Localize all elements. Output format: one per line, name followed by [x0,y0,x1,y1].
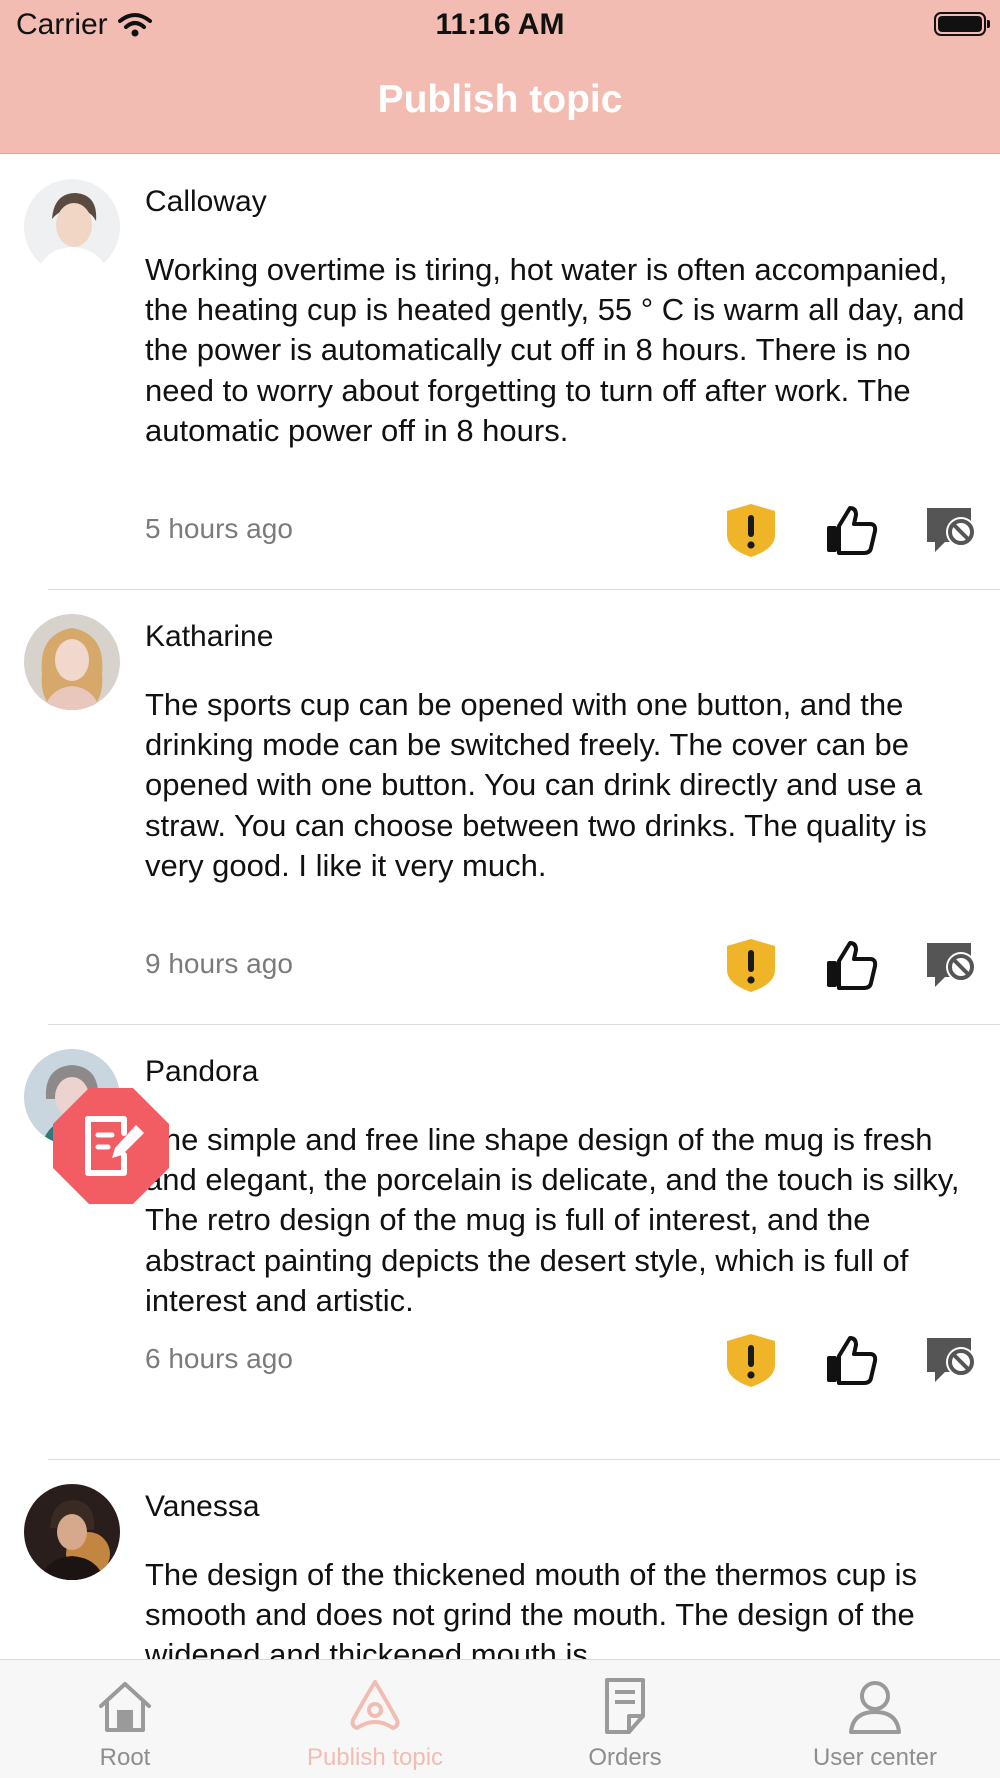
post-actions [722,936,980,994]
report-button[interactable] [722,1331,780,1389]
user-icon [849,1681,901,1734]
battery-icon [934,12,990,36]
post-item: Vanessa The design of the thickened mout… [0,1460,1000,1660]
post-time: 5 hours ago [145,513,293,544]
post-item: Calloway Working overtime is tiring, hot… [0,155,1000,590]
report-button[interactable] [722,936,780,994]
status-time: 11:16 AM [435,8,565,41]
publish-icon [350,1680,400,1730]
tab-user-center[interactable]: User center [750,1660,1000,1778]
tab-bar: Root Publish topic Orders User center [0,1659,1000,1778]
tab-label: Orders [588,1744,662,1771]
post-author[interactable]: Vanessa [145,1490,260,1524]
report-icon [727,1334,775,1387]
report-button[interactable] [722,501,780,559]
post-text: The simple and free line shape design of… [145,1122,960,1318]
tab-publish-topic[interactable]: Publish topic [250,1660,500,1778]
tab-label: User center [812,1744,938,1771]
block-icon [927,508,976,552]
block-icon [927,943,976,987]
like-button[interactable] [822,936,880,994]
block-button[interactable] [922,1331,980,1389]
thumbs-up-icon [827,506,878,555]
compose-button[interactable] [50,1085,172,1207]
tab-label: Root [99,1744,151,1771]
post-text: The design of the thickened mouth of the… [145,1557,918,1660]
post-actions [722,501,980,559]
page-title: Publish topic [377,78,623,121]
nav-header: Carrier 11:16 AM Publish topic [0,0,1000,154]
orders-icon [605,1678,645,1734]
like-button[interactable] [822,501,880,559]
post-text: Working overtime is tiring, hot water is… [145,252,965,448]
report-icon [727,504,775,557]
tab-orders[interactable]: Orders [500,1660,750,1778]
post-time: 6 hours ago [145,1343,293,1374]
post-author[interactable]: Calloway [145,185,267,219]
tab-label: Publish topic [306,1744,444,1771]
post-time: 9 hours ago [145,948,293,979]
avatar[interactable] [24,614,120,710]
block-button[interactable] [922,501,980,559]
report-icon [727,939,775,992]
avatar[interactable] [24,179,120,275]
topic-feed[interactable]: Calloway Working overtime is tiring, hot… [0,155,1000,1660]
like-button[interactable] [822,1331,880,1389]
block-icon [927,1338,976,1382]
compose-icon [53,1088,169,1204]
house-icon [99,1682,151,1732]
post-author[interactable]: Katharine [145,620,273,654]
block-button[interactable] [922,936,980,994]
tab-root[interactable]: Root [0,1660,250,1778]
thumbs-up-icon [827,941,878,990]
avatar[interactable] [24,1484,120,1580]
post-item: Katharine The sports cup can be opened w… [0,590,1000,1025]
post-text: The sports cup can be opened with one bu… [145,687,927,883]
post-author[interactable]: Pandora [145,1055,258,1089]
thumbs-up-icon [827,1336,878,1385]
post-actions [722,1331,980,1389]
